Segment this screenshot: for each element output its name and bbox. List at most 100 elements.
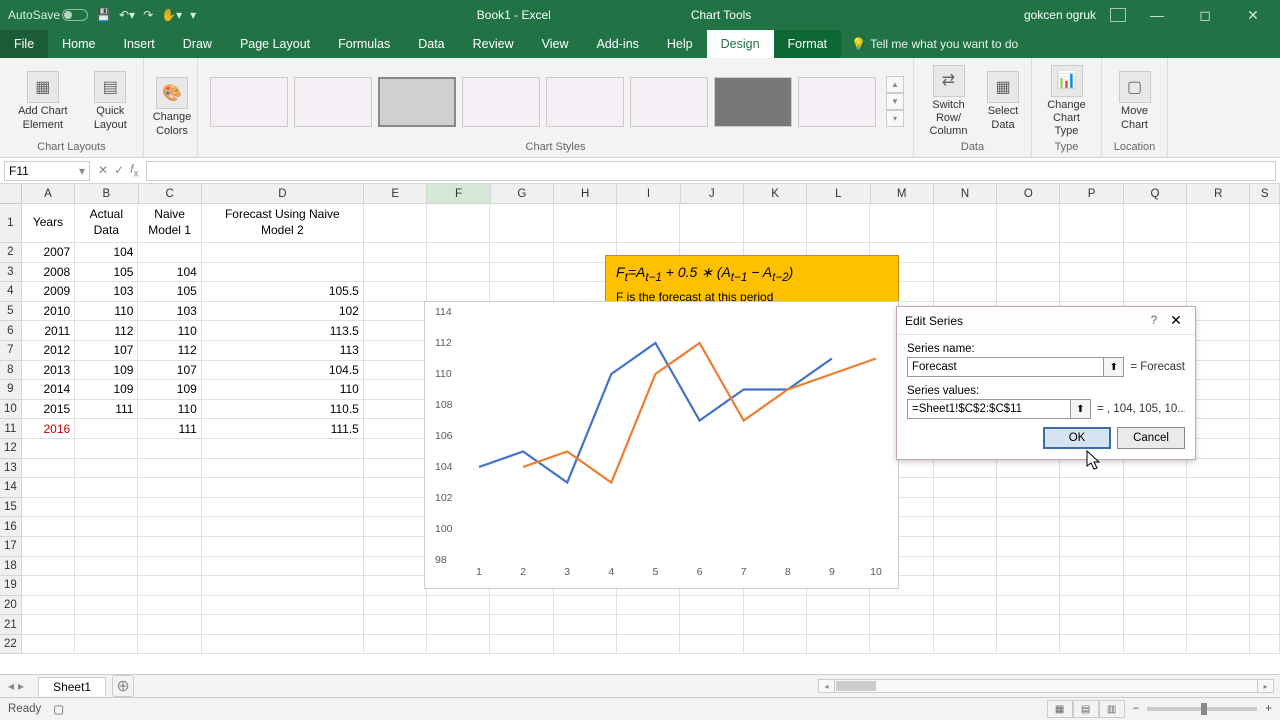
cell[interactable] [934, 537, 997, 557]
cell[interactable] [202, 615, 364, 635]
col-header-N[interactable]: N [934, 184, 997, 204]
cell[interactable] [870, 204, 933, 243]
cell[interactable] [202, 478, 364, 498]
cell[interactable] [1060, 576, 1123, 596]
cell[interactable]: 105.5 [202, 282, 364, 302]
fx-icon[interactable]: fx [130, 162, 138, 179]
enter-formula-icon[interactable]: ✓ [114, 163, 124, 177]
select-all-corner[interactable] [0, 184, 22, 204]
cell[interactable] [1250, 439, 1280, 459]
cell[interactable] [1124, 478, 1187, 498]
cell[interactable] [1250, 537, 1280, 557]
cell[interactable] [490, 263, 553, 283]
cell[interactable] [744, 596, 807, 616]
cell[interactable]: 109 [75, 361, 138, 381]
cell[interactable] [364, 341, 427, 361]
cell[interactable] [934, 243, 997, 263]
name-box[interactable]: F11▾ [4, 161, 90, 181]
col-header-K[interactable]: K [744, 184, 807, 204]
cell[interactable] [364, 596, 427, 616]
cell[interactable]: 2008 [22, 263, 75, 283]
cell[interactable] [75, 537, 138, 557]
cell[interactable] [364, 537, 427, 557]
cell[interactable] [1250, 302, 1280, 322]
cell[interactable] [870, 615, 933, 635]
series-name-input[interactable] [907, 357, 1104, 377]
cell[interactable] [1124, 537, 1187, 557]
cell[interactable] [1187, 498, 1250, 518]
cell[interactable] [1187, 478, 1250, 498]
cell[interactable] [1187, 321, 1250, 341]
cell[interactable] [202, 557, 364, 577]
cell[interactable] [1187, 596, 1250, 616]
cell[interactable] [1250, 576, 1280, 596]
autosave-toggle[interactable]: AutoSave [8, 8, 88, 22]
row-header[interactable]: 21 [0, 615, 22, 635]
sheet-prev-icon[interactable]: ◂ [8, 679, 14, 693]
cell[interactable]: 113.5 [202, 321, 364, 341]
col-header-D[interactable]: D [202, 184, 364, 204]
cell[interactable] [1060, 459, 1123, 479]
col-header-R[interactable]: R [1187, 184, 1250, 204]
cell[interactable]: 2007 [22, 243, 75, 263]
tab-data[interactable]: Data [404, 30, 458, 58]
sheet-tab-sheet1[interactable]: Sheet1 [38, 677, 106, 696]
cell[interactable] [1187, 635, 1250, 655]
cell[interactable]: 111 [75, 400, 138, 420]
cell[interactable]: 104 [138, 263, 201, 283]
cell[interactable]: 104.5 [202, 361, 364, 381]
cell[interactable]: Years [22, 204, 75, 243]
cell[interactable]: 110.5 [202, 400, 364, 420]
cell[interactable] [1124, 596, 1187, 616]
cell[interactable] [75, 459, 138, 479]
col-header-E[interactable]: E [364, 184, 427, 204]
cell[interactable] [364, 576, 427, 596]
row-header[interactable]: 13 [0, 459, 22, 479]
series-values-input[interactable] [907, 399, 1071, 419]
cell[interactable] [202, 596, 364, 616]
cell[interactable] [138, 615, 201, 635]
cell[interactable] [1187, 341, 1250, 361]
cell[interactable] [997, 282, 1060, 302]
tab-add-ins[interactable]: Add-ins [583, 30, 653, 58]
minimize-button[interactable]: — [1140, 0, 1174, 30]
cell[interactable] [490, 596, 553, 616]
dialog-close-icon[interactable]: ✕ [1165, 312, 1187, 329]
cell[interactable] [1187, 576, 1250, 596]
cell[interactable] [490, 282, 553, 302]
cell[interactable] [617, 615, 680, 635]
cell[interactable] [934, 517, 997, 537]
cell[interactable] [490, 635, 553, 655]
cell[interactable] [680, 615, 743, 635]
cell[interactable] [138, 498, 201, 518]
cell[interactable] [364, 439, 427, 459]
cell[interactable] [1124, 243, 1187, 263]
chart-series-line[interactable] [479, 343, 832, 483]
cell[interactable] [680, 596, 743, 616]
cell[interactable] [1250, 557, 1280, 577]
cell[interactable] [138, 635, 201, 655]
cell[interactable] [22, 557, 75, 577]
col-header-S[interactable]: S [1250, 184, 1280, 204]
zoom-slider[interactable] [1147, 707, 1257, 711]
cell[interactable] [554, 596, 617, 616]
cell[interactable] [1187, 517, 1250, 537]
cell[interactable] [427, 282, 490, 302]
cell[interactable] [138, 243, 201, 263]
cell[interactable] [1060, 635, 1123, 655]
col-header-B[interactable]: B [75, 184, 138, 204]
cell[interactable] [427, 615, 490, 635]
cell[interactable] [202, 243, 364, 263]
cell[interactable] [75, 498, 138, 518]
row-header[interactable]: 10 [0, 400, 22, 420]
user-name[interactable]: gokcen ogruk [1024, 8, 1096, 22]
cell[interactable] [1187, 439, 1250, 459]
cell[interactable] [997, 576, 1060, 596]
cell[interactable] [1124, 635, 1187, 655]
cell[interactable] [1250, 459, 1280, 479]
cell[interactable]: 104 [75, 243, 138, 263]
cell[interactable] [364, 361, 427, 381]
cell[interactable] [997, 263, 1060, 283]
cell[interactable]: 107 [75, 341, 138, 361]
cell[interactable] [1060, 498, 1123, 518]
